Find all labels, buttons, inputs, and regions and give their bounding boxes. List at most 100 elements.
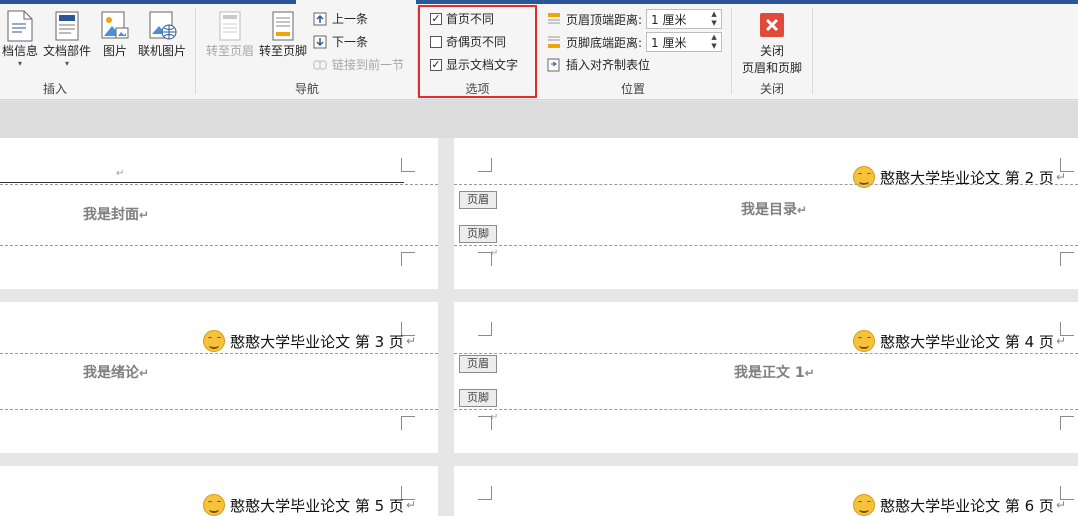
smiley-icon (203, 494, 226, 516)
goto-footer-label: 转至页脚 (258, 44, 307, 58)
dropdown-arrow-icon: ▾ (17, 59, 22, 68)
spin-arrows-icon[interactable]: ▲ ▼ (707, 33, 721, 51)
body-text: 我是绪论 (83, 365, 139, 381)
picture-icon (101, 11, 129, 39)
close-header-footer-button[interactable]: 关闭 页眉和页脚 (738, 12, 806, 76)
header-text: 憨憨大学毕业论文 第 4 页 (880, 332, 1054, 351)
page-header-text: 憨憨大学毕业论文 第 4 页 ↵ (853, 330, 1066, 352)
doc-info-icon (7, 10, 33, 42)
return-mark: ↵ (139, 366, 150, 380)
doc-parts-label: 文档部件 (42, 44, 91, 58)
header-boundary (0, 353, 438, 354)
online-picture-button[interactable]: 联机图片 (136, 10, 188, 59)
spin-arrows-icon[interactable]: ▲ ▼ (707, 10, 721, 28)
doc-info-button[interactable]: 档信息 ▾ (0, 10, 40, 68)
page-3[interactable]: 憨憨大学毕业论文 第 3 页 ↵ 我是绪论↵ (0, 302, 438, 453)
next-button[interactable]: 下一条 (312, 33, 368, 50)
page-body-text: 我是目录↵ (741, 199, 807, 219)
header-boundary (454, 353, 1078, 354)
header-top-distance-input[interactable]: 1 厘米 ▲ ▼ (646, 9, 723, 29)
page-5[interactable]: 憨憨大学毕业论文 第 5 页 ↵ (0, 466, 438, 516)
body-text: 我是目录 (741, 202, 797, 218)
picture-label: 图片 (102, 44, 127, 58)
footer-tag: 页脚 (459, 225, 497, 243)
header-boundary (454, 184, 1078, 185)
footer-position-icon (548, 36, 560, 48)
insert-alignment-tab-label: 插入对齐制表位 (566, 58, 651, 72)
document-gray-band (0, 101, 1078, 138)
header-top-distance-label: 页眉顶端距离: (566, 12, 643, 27)
body-text: 我是封面 (83, 207, 139, 223)
footer-boundary (454, 409, 1078, 410)
margin-corner (401, 252, 415, 266)
ribbon-tab-strip (0, 0, 1078, 4)
doc-info-label: 档信息 (1, 44, 38, 58)
page-4[interactable]: 憨憨大学毕业论文 第 4 页 ↵ 页眉 我是正文 1↵ 页脚 ↵ (454, 302, 1078, 453)
close-icon (760, 13, 784, 37)
header-rule (0, 182, 404, 183)
insert-alignment-tab-button[interactable]: 插入对齐制表位 (546, 56, 650, 73)
online-picture-label: 联机图片 (137, 44, 186, 58)
return-mark: ↵ (405, 334, 416, 348)
page-header-text: 憨憨大学毕业论文 第 3 页 ↵ (203, 330, 416, 352)
picture-button[interactable]: 图片 (98, 10, 132, 59)
header-boundary (0, 184, 438, 185)
margin-corner (478, 322, 492, 336)
page-6[interactable]: 憨憨大学毕业论文 第 6 页 ↵ (454, 466, 1078, 516)
smiley-icon (853, 330, 876, 352)
margin-corner (478, 486, 492, 500)
previous-icon (313, 12, 327, 25)
footer-bottom-distance: 页脚底端距离: 1 厘米 ▲ ▼ (546, 32, 723, 52)
return-mark: ↵ (797, 203, 808, 217)
footer-tag: 页脚 (459, 389, 497, 407)
page-header-text: 憨憨大学毕业论文 第 6 页 ↵ (853, 494, 1066, 516)
footer-boundary (454, 245, 1078, 246)
header-top-distance-value: 1 厘米 (651, 12, 687, 27)
margin-corner (1060, 416, 1074, 430)
nav-group-label: 导航 (294, 82, 319, 96)
link-to-previous-label: 链接到前一节 (332, 58, 405, 72)
footer-bottom-distance-input[interactable]: 1 厘米 ▲ ▼ (646, 32, 723, 52)
header-tag: 页眉 (459, 191, 497, 209)
doc-parts-button[interactable]: 文档部件 ▾ (42, 10, 92, 68)
header-text: 憨憨大学毕业论文 第 6 页 (880, 496, 1054, 515)
group-separator (812, 8, 813, 94)
online-picture-icon (149, 11, 177, 40)
margin-corner (478, 158, 492, 172)
margin-corner (1060, 252, 1074, 266)
footer-boundary (0, 245, 438, 246)
header-text: 憨憨大学毕业论文 第 3 页 (230, 332, 404, 351)
position-group-label: 位置 (620, 82, 645, 96)
header-tag: 页眉 (459, 355, 497, 373)
ribbon: 档信息 ▾ 文档部件 ▾ 图片 联机图片 插入 转至页眉 转至页脚 上一条 下一… (0, 0, 1078, 100)
goto-header-button[interactable]: 转至页眉 (204, 10, 256, 59)
smiley-icon (853, 494, 876, 516)
goto-footer-button[interactable]: 转至页脚 (258, 10, 308, 59)
return-mark: ↵ (1055, 498, 1066, 512)
margin-corner (478, 416, 492, 430)
insert-group-label: 插入 (42, 82, 67, 96)
page-1[interactable]: ↵ 我是封面↵ (0, 138, 438, 289)
page-body-text: 我是封面↵ (83, 204, 149, 224)
dropdown-arrow-icon: ▾ (64, 59, 69, 68)
link-to-previous-button[interactable]: 链接到前一节 (312, 56, 404, 73)
close-label-line1: 关闭 (759, 44, 784, 58)
next-icon (313, 35, 327, 48)
footer-bottom-distance-value: 1 厘米 (651, 35, 687, 50)
page-body-text: 我是正文 1↵ (734, 362, 815, 382)
link-icon (313, 60, 327, 69)
doc-parts-icon (55, 11, 79, 41)
header-text: 憨憨大学毕业论文 第 5 页 (230, 496, 404, 515)
page-2[interactable]: 憨憨大学毕业论文 第 2 页 ↵ 页眉 我是目录↵ 页脚 ↵ (454, 138, 1078, 289)
previous-button[interactable]: 上一条 (312, 10, 368, 27)
smiley-icon (203, 330, 226, 352)
goto-header-label: 转至页眉 (205, 44, 254, 58)
margin-corner (401, 416, 415, 430)
page-header-text: 憨憨大学毕业论文 第 5 页 ↵ (203, 494, 416, 516)
return-mark: ↵ (139, 208, 150, 222)
margin-corner (478, 252, 492, 266)
footer-bottom-distance-label: 页脚底端距离: (566, 35, 643, 50)
margin-corner (401, 158, 415, 172)
alignment-tab-icon (547, 58, 560, 71)
next-label: 下一条 (332, 35, 369, 49)
